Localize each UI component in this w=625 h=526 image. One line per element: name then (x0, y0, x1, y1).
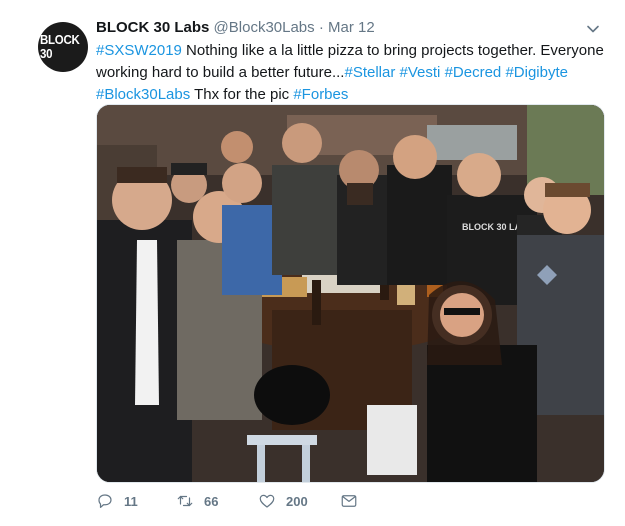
tweet-photo[interactable]: BLOCK 30 LABS (96, 104, 605, 483)
hashtag-link[interactable]: #SXSW2019 (96, 42, 182, 59)
avatar[interactable]: BLOCK 30 (38, 22, 88, 72)
hashtag-link[interactable]: #Vesti (400, 64, 441, 81)
hashtag-link[interactable]: #Stellar (344, 64, 395, 81)
user-handle[interactable]: @Block30Labs (214, 19, 315, 36)
hashtag-link[interactable]: #Forbes (293, 86, 348, 103)
avatar-text: BLOCK 30 (40, 33, 80, 61)
tweet-text: #SXSW2019 Nothing like a la little pizza… (96, 40, 616, 106)
tweet-text-span: Thx for the pic (190, 86, 294, 103)
group-photo-image: BLOCK 30 LABS (97, 105, 604, 482)
header-separator: · (318, 19, 324, 36)
tweet-date[interactable]: Mar 12 (328, 19, 375, 36)
retweet-icon (177, 495, 193, 507)
chevron-down-icon[interactable] (586, 22, 600, 36)
like-count: 200 (286, 493, 308, 509)
like-button[interactable]: 200 (258, 492, 308, 510)
hashtag-link[interactable]: #Digibyte (505, 64, 568, 81)
reply-icon (98, 494, 112, 508)
display-name[interactable]: BLOCK 30 Labs (96, 19, 209, 36)
hashtag-link[interactable]: #Decred (445, 64, 502, 81)
dm-icon (341, 495, 357, 507)
retweet-button[interactable]: 66 (176, 492, 218, 510)
hashtag-link[interactable]: #Block30Labs (96, 86, 190, 103)
retweet-count: 66 (204, 493, 219, 509)
tweet-header: BLOCK 30 Labs @Block30Labs · Mar 12 (96, 19, 375, 36)
tweet-actions: 11 66 200 (96, 492, 616, 518)
reply-count: 11 (124, 493, 138, 509)
reply-button[interactable]: 11 (96, 492, 138, 510)
dm-button[interactable] (340, 492, 368, 510)
tweet[interactable]: BLOCK 30 BLOCK 30 Labs @Block30Labs · Ma… (0, 0, 625, 526)
like-icon (259, 494, 275, 508)
